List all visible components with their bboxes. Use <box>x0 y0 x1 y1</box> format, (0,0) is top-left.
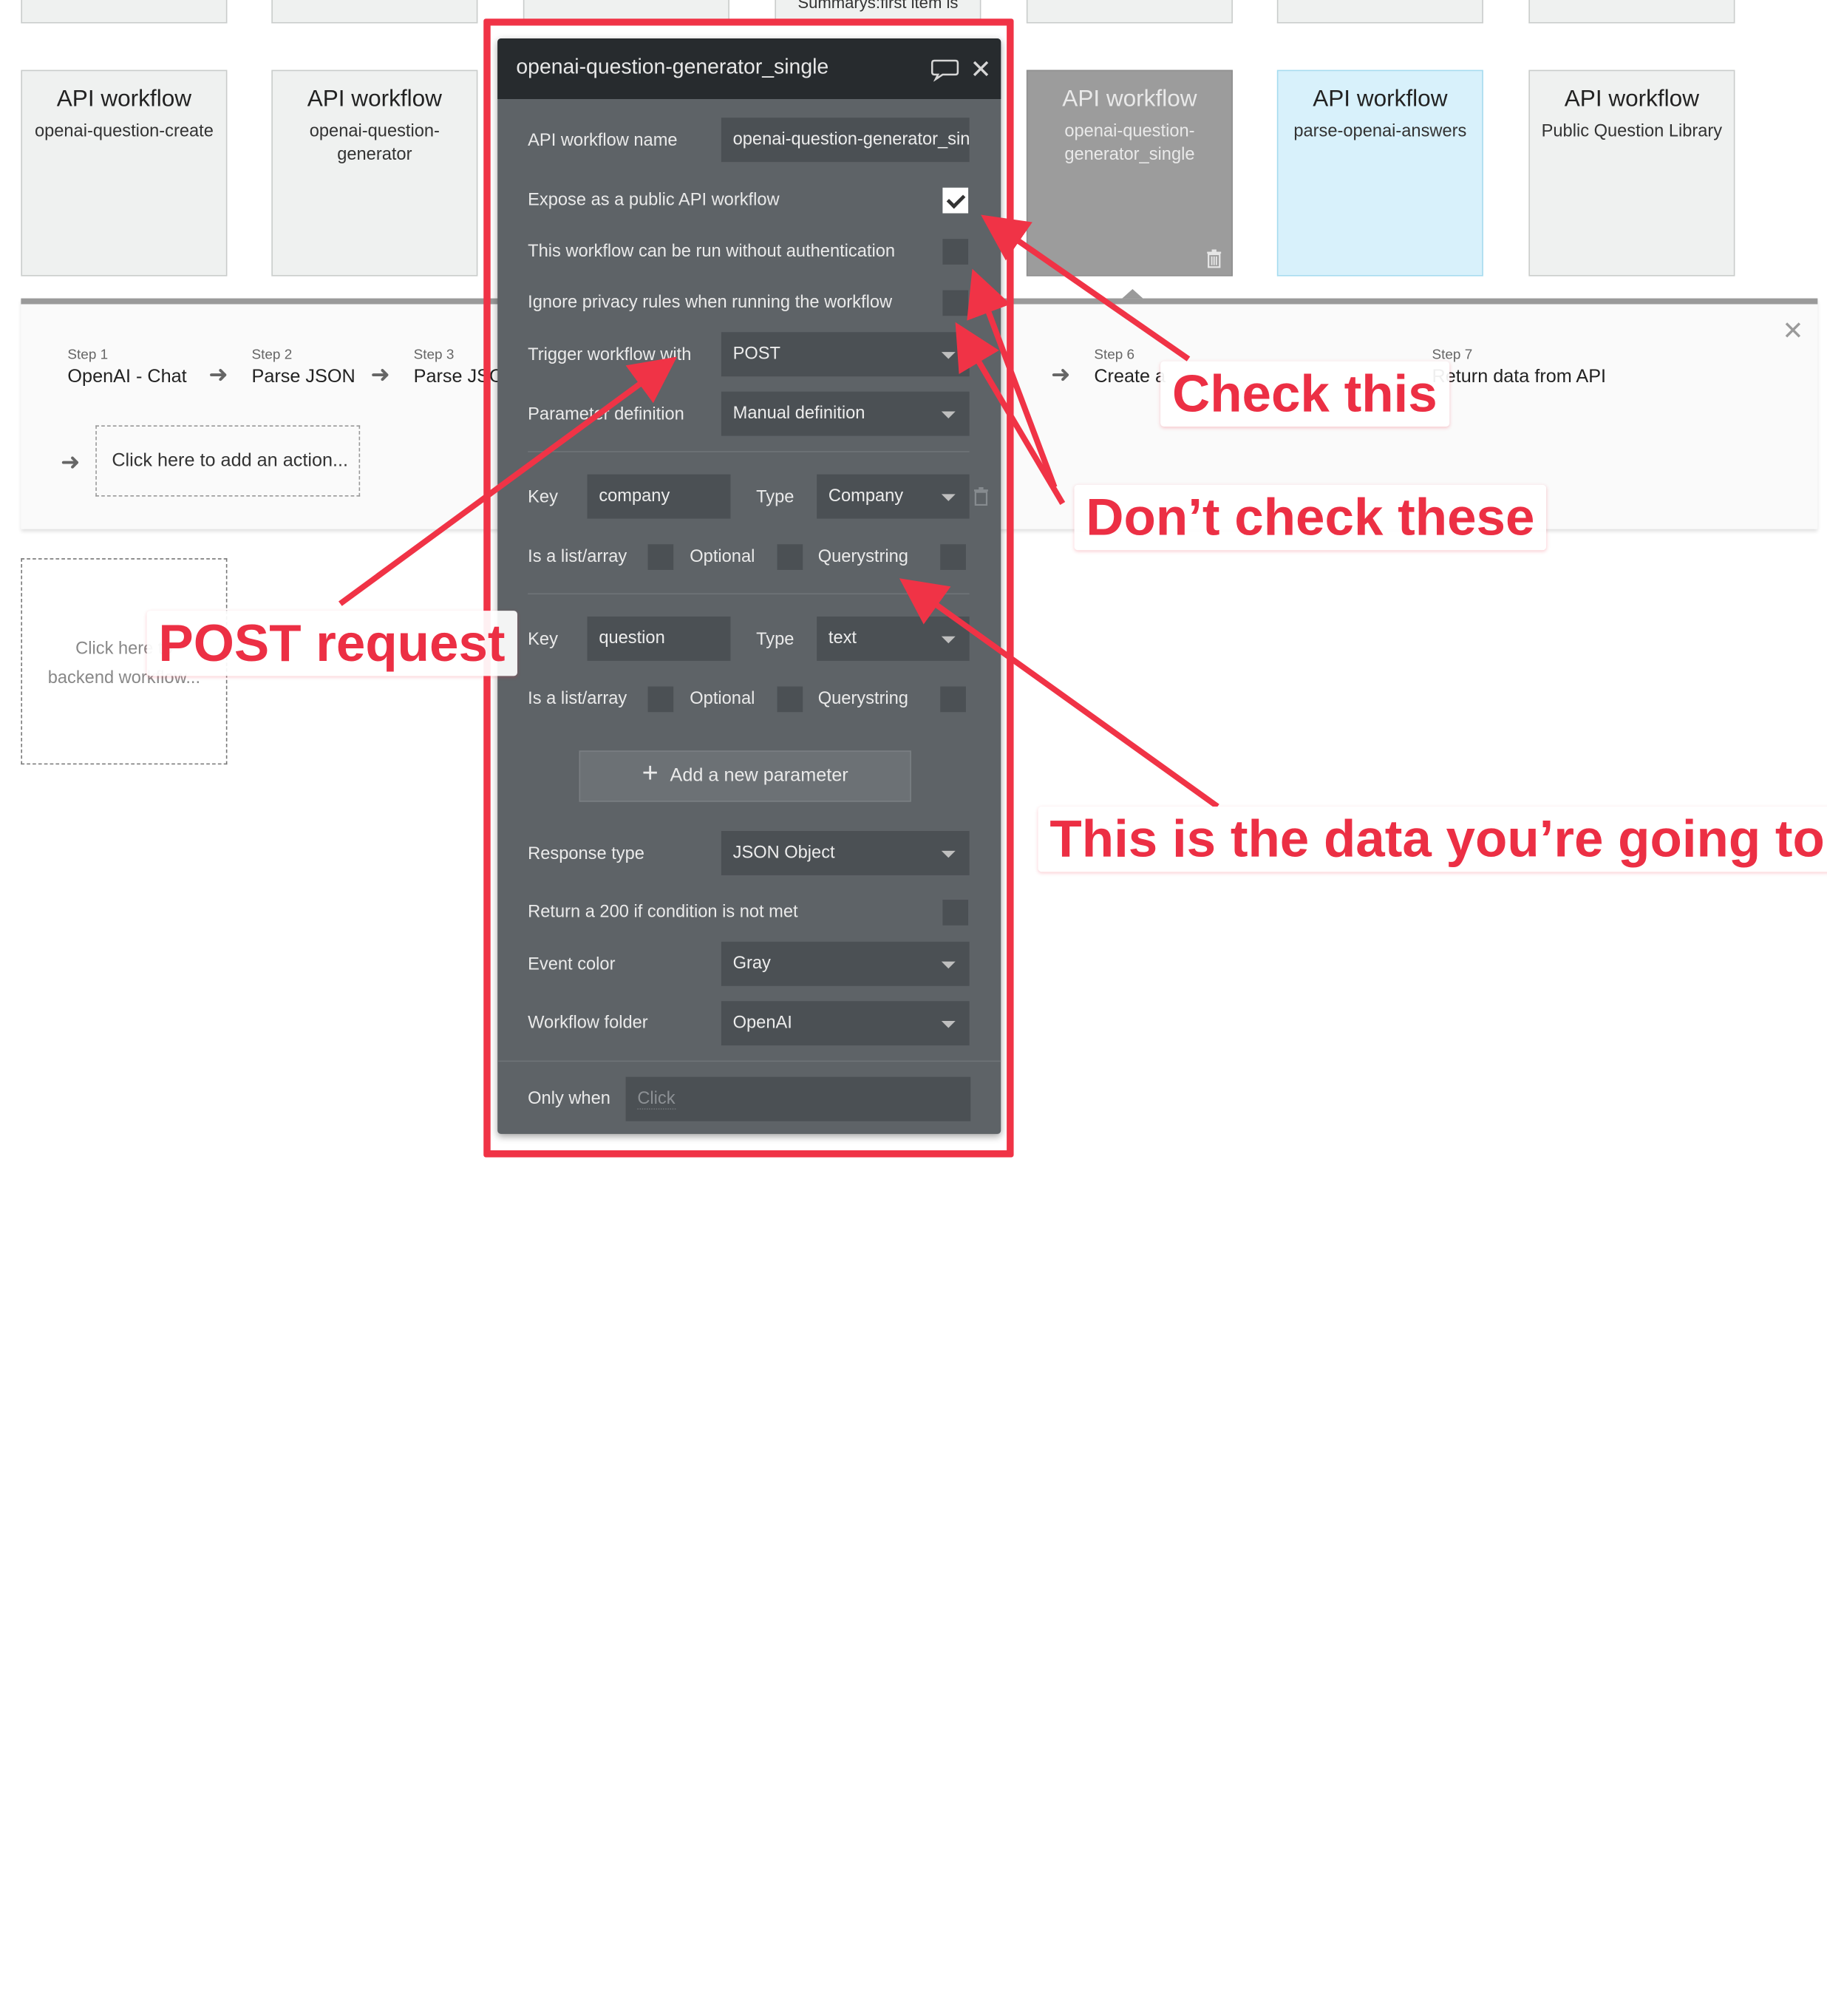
annotation-callout: Don’t check these <box>1074 484 1547 551</box>
annotation-arrow <box>981 214 1191 362</box>
annotation-arrow <box>338 356 678 606</box>
annotation-arrow <box>967 268 1058 489</box>
annotation-arrow <box>899 578 1219 810</box>
annotation-callout: This is the data you’re going to i <box>1038 806 1827 872</box>
annotation-callout: POST request <box>146 611 517 676</box>
annotation-callout: Check this <box>1160 361 1449 427</box>
annotation-arrow <box>955 322 1066 506</box>
